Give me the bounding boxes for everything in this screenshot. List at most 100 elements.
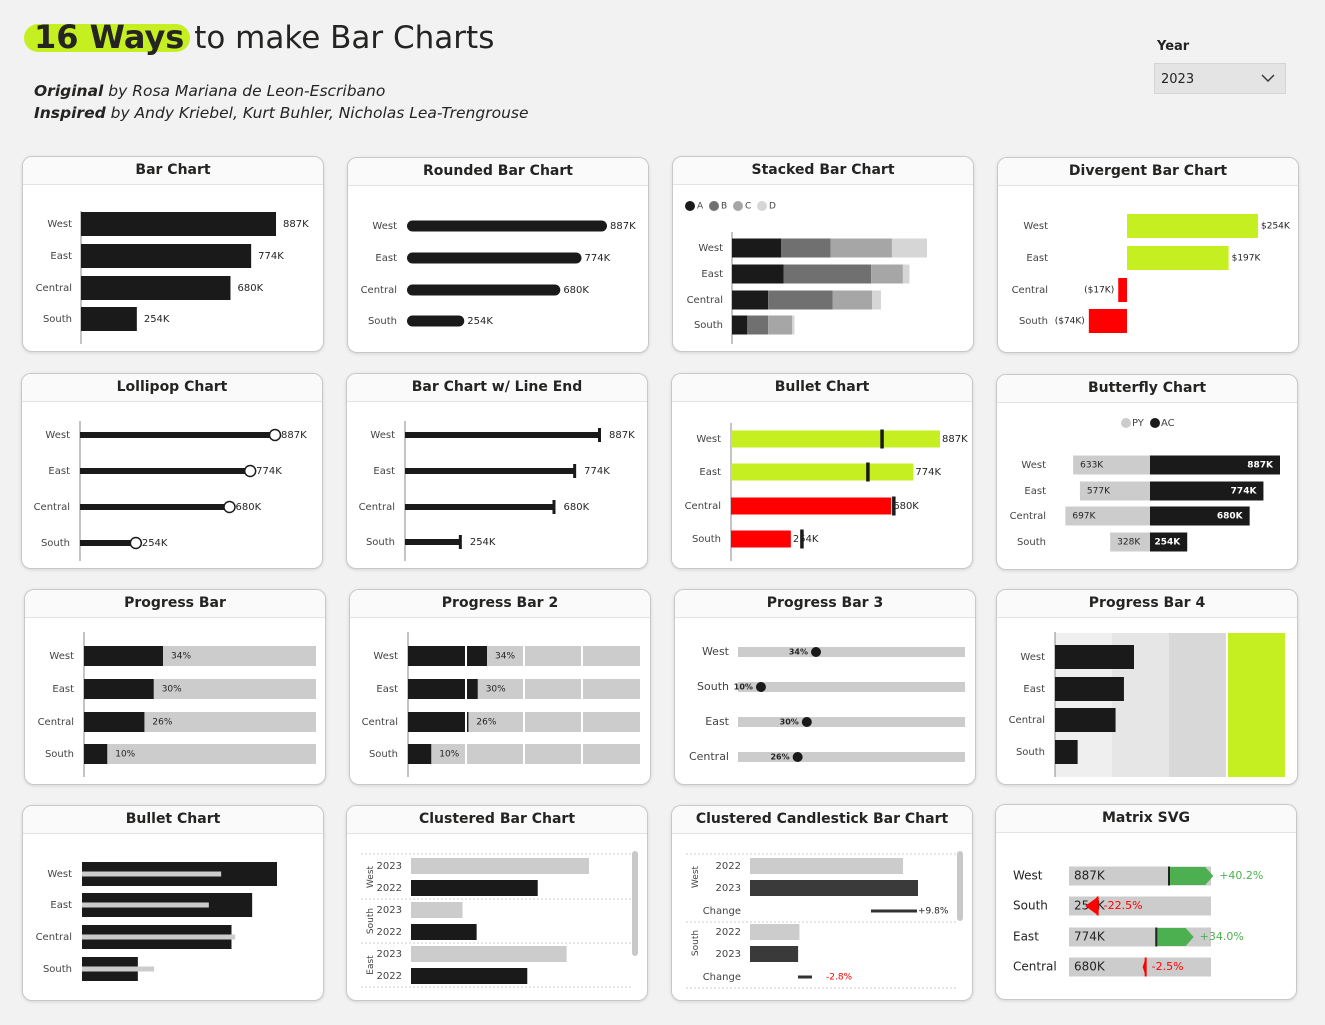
group-label: East [366,955,376,975]
year-label: 2023 [716,883,741,894]
bar-fill [84,646,163,666]
credit-original: Original by Rosa Mariana de Leon-Escriba… [34,80,529,102]
card-progress-bar-3[interactable]: Progress Bar 3 West 34% South 10% East 30% Cent… [674,589,976,785]
category-label: Central [34,502,70,513]
bar-segment [830,238,892,258]
legend-label: C [745,202,751,212]
inspired-label: Inspired [34,104,106,122]
category-label: Central [38,717,74,728]
data-label: 34% [171,652,191,662]
data-label: 887K [610,221,636,232]
rounded-bar-chart-svg: West 887K East 774K Central 680K South 254K [361,220,636,327]
card-line-end-chart[interactable]: Bar Chart w/ Line End West 887K East 774K Cen… [346,373,648,569]
card-title: Lollipop Chart [22,374,322,402]
comparison-bar [82,902,209,908]
card-candlestick-chart[interactable]: Clustered Candlestick Bar Chart West 2022 2… [671,805,973,1001]
change-arrow-up [1156,928,1194,946]
data-label: 774K [915,467,941,478]
bar-segment [747,315,769,335]
bar [81,276,231,300]
bar [750,946,799,962]
bullet-chart-2-svg: West East Central South [36,862,277,981]
data-label: 680K [563,502,589,513]
card-progress-bar[interactable]: Progress Bar West 34% East 30% Central 26% Sout… [24,589,326,785]
bar-segment [768,315,793,335]
value-label: 774K [1074,930,1106,944]
butterfly-chart-svg: PY AC West 633K 887K East 577K 774K Central 697K 6… [1010,418,1280,552]
bar [405,539,461,545]
card-lollipop-chart[interactable]: Lollipop Chart West 887K East 774K Central 680… [21,373,323,569]
category-label: West [47,219,72,230]
card-progress-bar-4[interactable]: Progress Bar 4 West East Central South [996,589,1298,785]
original-by: by Rosa Mariana de Leon-Escribano [103,82,386,100]
category-label: East [50,251,72,262]
divergent-bar-chart-svg: West $254K East $197K Central ($17K) South ($74… [1012,214,1291,333]
card-title: Bullet Chart [672,374,972,402]
value-marker [1096,896,1099,916]
legend-label: B [721,202,727,212]
data-label: 774K [256,466,282,477]
change-value: +34.0% [1200,930,1244,943]
bar-fill [84,679,154,699]
bar-segment [902,264,910,284]
year-label: 2022 [716,861,741,872]
value-marker [1144,957,1147,977]
bar [731,530,791,548]
original-label: Original [34,82,104,100]
card-bullet-chart-2[interactable]: Bullet Chart West East Central South [22,805,324,1001]
bar [1118,278,1127,302]
card-divergent-bar-chart[interactable]: Divergent Bar Chart West $254K East $197K Cen… [997,157,1299,353]
title-highlight: 16 Ways [23,18,191,56]
data-label: 34% [495,652,515,662]
data-label: 680K [235,502,261,513]
bar [750,858,904,874]
bar-segment [783,264,872,284]
data-label: $254K [1261,222,1291,232]
card-stacked-bar-chart[interactable]: Stacked Bar Chart A B C D West East Central Sout… [672,156,974,352]
bar [411,968,528,984]
bar-segment [781,238,831,258]
bar-track [738,647,965,657]
legend-label: A [697,202,704,212]
data-label: 680K [237,283,263,294]
bar [1055,708,1116,732]
category-label: South [697,680,729,693]
bar [731,430,940,448]
data-label: 887K [283,219,309,230]
data-label: 34% [789,648,808,657]
card-clustered-bar-chart[interactable]: Clustered Bar Chart West South East 2023 2022… [346,805,648,1001]
card-matrix-svg[interactable]: Matrix SVGWest887K+40.2%South254K-22.5%E… [995,804,1297,1000]
bar [81,244,252,268]
year-label: 2023 [716,949,741,960]
category-label: West [372,221,397,232]
card-bullet-chart-1[interactable]: Bullet Chart West 887K East 774K Central 680K S… [671,373,973,569]
change-value: -2.8% [826,973,853,983]
year-label: 2022 [377,883,402,894]
line-end-marker [598,428,601,442]
target-marker [866,462,870,482]
category-label: South [41,538,70,549]
bar-chart-svg: West 887K East 774K Central 680K South 254K [36,211,309,344]
year-dropdown[interactable]: 2023 [1154,63,1286,94]
card-butterfly-chart[interactable]: Butterfly Chart PY AC West 633K 887K East 577K 7… [996,374,1298,570]
category-label: Central [685,501,721,512]
line-end-marker [552,500,556,514]
credits: Original by Rosa Mariana de Leon-Escriba… [34,80,529,124]
data-label: 887K [609,430,635,441]
data-label: 26% [770,753,789,762]
data-label: 254K [470,537,496,548]
bar-segment [792,315,795,335]
bar-segment [732,238,782,258]
card-rounded-bar-chart[interactable]: Rounded Bar Chart West 887K East 774K Central… [347,157,649,353]
bar-segment [732,264,784,284]
bar [731,497,892,515]
bar [407,315,465,327]
chevron-down-icon[interactable] [1261,68,1275,92]
bar [407,220,607,232]
category-label: West [698,243,723,254]
data-label: 10% [439,750,459,760]
category-label: West [1023,221,1048,232]
card-progress-bar-2[interactable]: Progress Bar 2 West 34% East 30% Central 26% So… [349,589,651,785]
data-label: 633K [1080,461,1104,471]
card-bar-chart[interactable]: Bar Chart West 887K East 774K Central 680K Sout… [22,156,324,352]
